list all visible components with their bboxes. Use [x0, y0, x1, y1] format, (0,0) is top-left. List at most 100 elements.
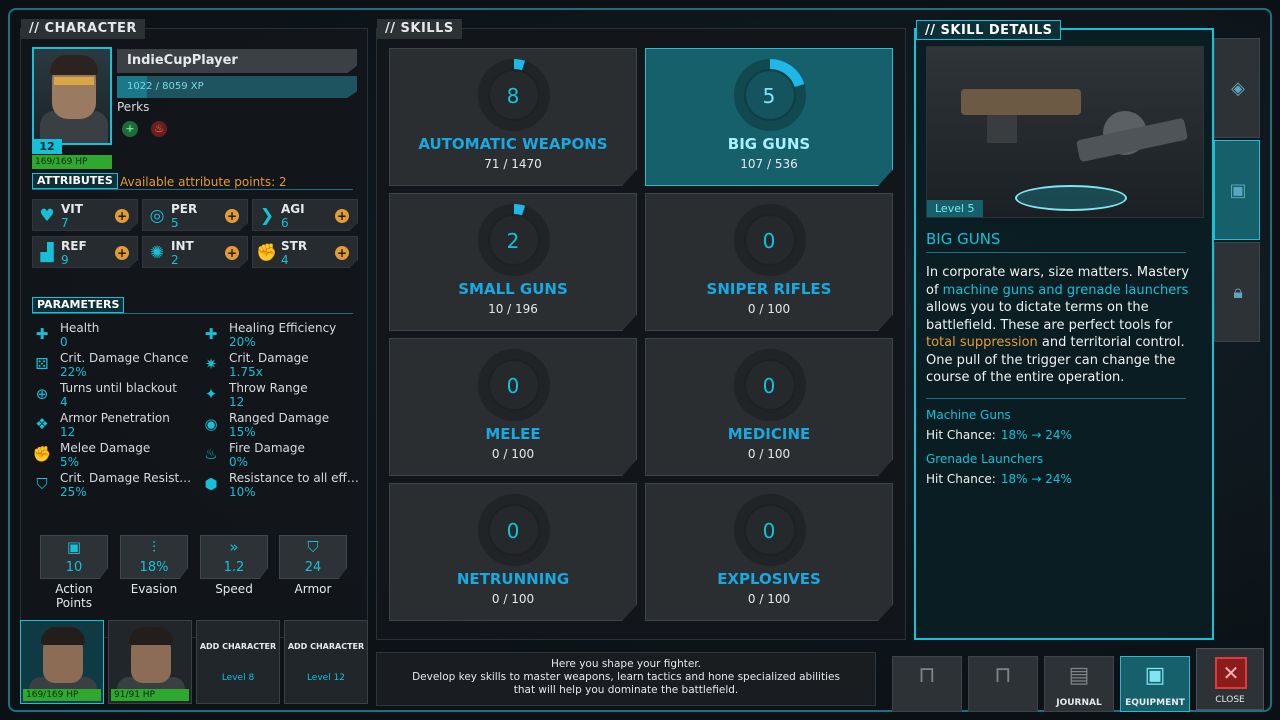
star-icon: ✦ [204, 385, 218, 403]
skill-card-small-guns[interactable]: 2 SMALL GUNS 10 / 196 [389, 193, 637, 331]
param-crit-damage-resist: ⛉ Crit. Damage Resist… 25% [32, 471, 192, 501]
character-portrait[interactable] [32, 47, 112, 145]
increase-str-button[interactable]: + [335, 246, 349, 260]
param-name: Fire Damage [229, 441, 305, 455]
character-level-badge: 12 [32, 139, 62, 154]
shatter-icon: ❖ [35, 415, 49, 433]
skill-name: MELEE [485, 425, 541, 443]
close-button[interactable]: ✕ CLOSE [1196, 648, 1264, 710]
skill-name: EXPLOSIVES [717, 570, 821, 588]
skill-xp: 0 / 100 [747, 302, 791, 316]
skill-xp: 0 / 100 [491, 447, 535, 461]
stat-value: 24 [304, 560, 322, 575]
attribute-value: 9 [61, 253, 69, 267]
skill-card-big-guns[interactable]: 5 BIG GUNS 107 / 536 [645, 48, 893, 186]
equipment-button[interactable]: ▣ EQUIPMENT [1120, 656, 1190, 712]
fire-perk-icon[interactable]: ♨ [151, 121, 167, 137]
add-character-label: ADD CHARACTER [199, 642, 277, 651]
skill-xp: 0 / 100 [747, 592, 791, 606]
param-value: 15% [229, 425, 256, 439]
arm-icon: ✊ [256, 243, 278, 263]
param-name: Health [60, 321, 100, 335]
party-hp: 91/91 HP [111, 689, 189, 701]
add-character-slot-1[interactable]: ADD CHARACTER Level 8 [196, 620, 280, 704]
divider [926, 252, 1186, 253]
attributes-label: ATTRIBUTES [32, 173, 118, 189]
attribute-name: AGI [281, 202, 305, 216]
available-attribute-points: Available attribute points: 2 [120, 175, 287, 189]
skill-card-sniper-rifles[interactable]: 0 SNIPER RIFLES 0 / 100 [645, 193, 893, 331]
side-tab-locked[interactable]: 🔒︎ [1214, 242, 1260, 342]
param-name: Crit. Damage Chance [60, 351, 189, 365]
character-panel: // CHARACTER 12 169/169 HP IndieCupPlaye… [20, 19, 368, 638]
skill-card-netrunning[interactable]: 0 NETRUNNING 0 / 100 [389, 483, 637, 621]
param-name: Crit. Damage [229, 351, 309, 365]
hint-line: Here you shape your fighter. [550, 658, 702, 670]
action-points-icon: ▣ [66, 538, 82, 556]
burst-icon: ✷ [204, 355, 218, 373]
param-name: Healing Efficiency [229, 321, 337, 335]
param-resistance-all-effects: ⬢ Resistance to all eff… 10% [201, 471, 361, 501]
party-slot-1[interactable]: 169/169 HP [20, 620, 104, 704]
skill-card-medicine[interactable]: 0 MEDICINE 0 / 100 [645, 338, 893, 476]
skill-details-title: // SKILL DETAILS [916, 20, 1062, 40]
param-value: 25% [60, 485, 87, 499]
perks-label: Perks [117, 100, 150, 114]
increase-ref-button[interactable]: + [115, 246, 129, 260]
stat-speed: » 1.2 Speed [200, 535, 268, 596]
stat-value: 18% [139, 560, 169, 575]
hex-shield-icon: ⬢ [204, 475, 218, 493]
skill-name: SNIPER RIFLES [706, 280, 832, 298]
param-value: 12 [60, 425, 76, 439]
side-tab-backpack[interactable]: ▣ [1214, 140, 1260, 240]
character-hp-bar: 169/169 HP [32, 155, 112, 169]
skill-level: 0 [506, 519, 520, 543]
crosshair-icon: ◉ [204, 415, 218, 433]
attribute-vit: ♥ VIT 7 + [32, 199, 138, 231]
attribute-value: 7 [61, 216, 69, 230]
stat-armor: ⛉ 24 Armor [279, 535, 347, 596]
attribute-name: REF [61, 239, 87, 253]
increase-int-button[interactable]: + [225, 246, 239, 260]
backpack-icon: ▣ [1144, 663, 1166, 688]
param-value: 22% [60, 365, 87, 379]
param-throw-range: ✦ Throw Range 12 [201, 381, 361, 411]
skill-level: 2 [506, 229, 520, 253]
increase-vit-button[interactable]: + [115, 209, 129, 223]
stat-label: Evasion [130, 582, 178, 596]
attribute-name: VIT [61, 202, 83, 216]
skill-level: 5 [762, 84, 776, 108]
side-tab-chip[interactable]: ◈ [1214, 38, 1260, 138]
param-name: Crit. Damage Resist… [60, 471, 192, 485]
skills-hint: Here you shape your fighter. Develop key… [376, 652, 876, 706]
stat-label: Action Points [55, 582, 93, 610]
skill-card-melee[interactable]: 0 MELEE 0 / 100 [389, 338, 637, 476]
party-hp: 169/169 HP [23, 689, 101, 701]
param-melee-damage: ✊ Melee Damage 5% [32, 441, 192, 471]
locked-nav-button-2[interactable]: ⊓ [968, 656, 1038, 712]
locked-nav-button-1[interactable]: ⊓ [892, 656, 962, 712]
weapon-level-label: Level 5 [927, 200, 983, 217]
medic-perk-icon[interactable]: + [122, 121, 138, 137]
journal-button[interactable]: ▤ JOURNAL [1044, 656, 1114, 712]
skill-card-automatic-weapons[interactable]: 8 AUTOMATIC WEAPONS 71 / 1470 [389, 48, 637, 186]
stat-evasion: ⫶ 18% Evasion [120, 535, 188, 596]
party-slot-2[interactable]: 91/91 HP [108, 620, 192, 704]
skill-xp: 10 / 196 [488, 302, 538, 316]
speed-icon: » [229, 538, 239, 556]
attribute-int: ✺ INT 2 + [142, 236, 248, 268]
skill-level: 0 [762, 374, 776, 398]
increase-agi-button[interactable]: + [335, 209, 349, 223]
character-name[interactable]: IndieCupPlayer [117, 49, 357, 73]
skill-xp: 107 / 536 [740, 157, 798, 171]
param-value: 1.75x [229, 365, 263, 379]
weapon-preview-image: Level 5 [926, 46, 1204, 218]
skill-card-explosives[interactable]: 0 EXPLOSIVES 0 / 100 [645, 483, 893, 621]
param-value: 12 [229, 395, 245, 409]
param-name: Turns until blackout [60, 381, 177, 395]
add-character-slot-2[interactable]: ADD CHARACTER Level 12 [284, 620, 368, 704]
stat-label: Speed [215, 582, 253, 596]
attribute-value: 6 [281, 216, 289, 230]
increase-per-button[interactable]: + [225, 209, 239, 223]
required-level: Level 12 [306, 673, 346, 683]
